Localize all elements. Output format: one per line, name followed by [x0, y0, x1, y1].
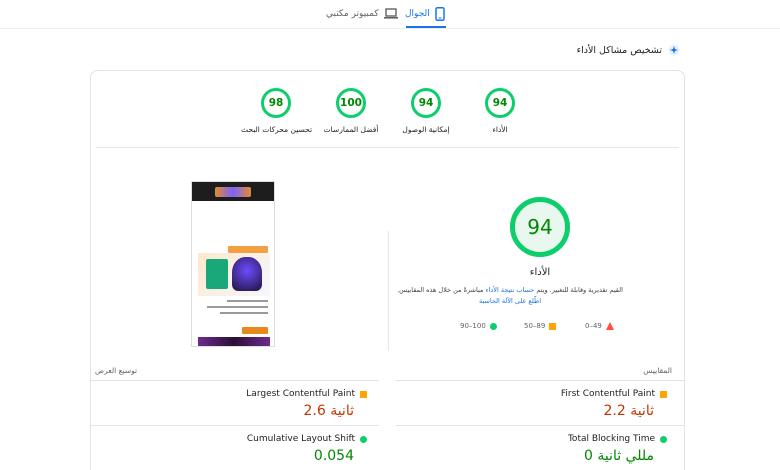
seo-label: تحسين محركات البحث [241, 125, 313, 134]
pagespeed-report: كمبيوتر مكتبي الجوال تشخيص مشاكل الأداء … [0, 0, 780, 470]
diagnose-title: تشخيص مشاكل الأداء [576, 44, 662, 56]
gauge-performance[interactable]: 94 الأداء [465, 88, 535, 134]
thumbnail-text [200, 300, 268, 318]
thumbnail-hero-image [198, 253, 270, 296]
pass-range: 90–100 [460, 322, 486, 330]
best-practices-label: أفضل الممارسات [323, 125, 379, 134]
laptop-icon [383, 8, 398, 19]
performance-label: الأداء [492, 125, 508, 134]
performance-description: القيم تقديرية وقابلة للتغيير. ويتم حساب … [397, 286, 623, 306]
tab-desktop[interactable]: كمبيوتر مكتبي [326, 2, 398, 26]
performance-big-gauge: 94 [510, 197, 570, 257]
thumbnail-book [206, 259, 228, 289]
page-screenshot-thumbnail [191, 181, 275, 347]
thumbnail-logo [215, 186, 251, 197]
legend-fail: 0–49 [585, 322, 614, 330]
average-range: 50–89 [524, 322, 546, 330]
gauge-accessibility[interactable]: 94 إمكانية الوصول [391, 88, 461, 134]
tbt-value: 0 مللي ثانية [583, 448, 654, 464]
device-tabs: كمبيوتر مكتبي الجوال [320, 0, 450, 28]
pass-circle-icon [660, 435, 667, 443]
accessibility-label: إمكانية الوصول [402, 125, 450, 134]
pass-circle-icon [360, 435, 367, 443]
gauges-divider [96, 147, 679, 148]
fail-triangle-icon [605, 322, 614, 330]
metric-lcp: Largest Contentful Paint [246, 389, 367, 399]
thumbnail-banner [228, 246, 268, 253]
metric-cls: Cumulative Layout Shift [247, 434, 367, 444]
legend-average: 50–89 [524, 322, 557, 330]
cls-value: 0.054 [313, 448, 354, 464]
tbt-title: Total Blocking Time [567, 434, 655, 444]
fcp-value: 2.2 ثانية [603, 403, 654, 419]
column-divider [388, 231, 389, 351]
average-square-icon [660, 390, 667, 398]
gauge-seo[interactable]: 98 تحسين محركات البحث [241, 88, 313, 134]
diagnose-sparkle-icon [668, 44, 680, 56]
expand-view-toggle[interactable]: توسيع العرض [95, 366, 137, 375]
cls-title: Cumulative Layout Shift [246, 434, 355, 444]
lcp-title: Largest Contentful Paint [246, 389, 355, 399]
tabs-divider [0, 28, 780, 29]
average-square-icon [360, 390, 367, 398]
score-calculation-link[interactable]: حساب نتيجة الأداء [486, 286, 535, 294]
performance-big-label: الأداء [529, 267, 551, 278]
metric-divider [396, 425, 684, 426]
thumbnail-button [242, 327, 268, 334]
mobile-tab-label: الجوال [405, 9, 430, 19]
tab-mobile[interactable]: الجوال [405, 2, 445, 26]
pass-circle-icon [489, 322, 497, 330]
metric-tbt: Total Blocking Time [568, 434, 667, 444]
fcp-title: First Contentful Paint [560, 389, 655, 399]
fail-range: 0–49 [585, 322, 602, 330]
thumbnail-header [192, 182, 274, 201]
calculator-link[interactable]: اطّلع على الآلة الحاسبة [479, 297, 541, 305]
thumbnail-footer-image [198, 337, 270, 346]
metric-divider [91, 425, 379, 426]
metrics-heading: المقاييس [643, 366, 672, 375]
legend-pass: 90–100 [460, 322, 497, 330]
best-practices-score: 100 [336, 88, 366, 118]
seo-score: 98 [261, 88, 291, 118]
gauge-best-practices[interactable]: 100 أفضل الممارسات [316, 88, 386, 134]
thumbnail-ai-head [232, 257, 262, 291]
average-square-icon [549, 322, 557, 330]
performance-score: 94 [485, 88, 515, 118]
phone-icon [435, 7, 445, 21]
desktop-tab-label: كمبيوتر مكتبي [326, 9, 379, 19]
accessibility-score: 94 [411, 88, 441, 118]
diagnose-header: تشخيص مشاكل الأداء [577, 44, 680, 56]
metric-fcp: First Contentful Paint [561, 389, 667, 399]
lcp-value: 2.6 ثانية [303, 403, 354, 419]
